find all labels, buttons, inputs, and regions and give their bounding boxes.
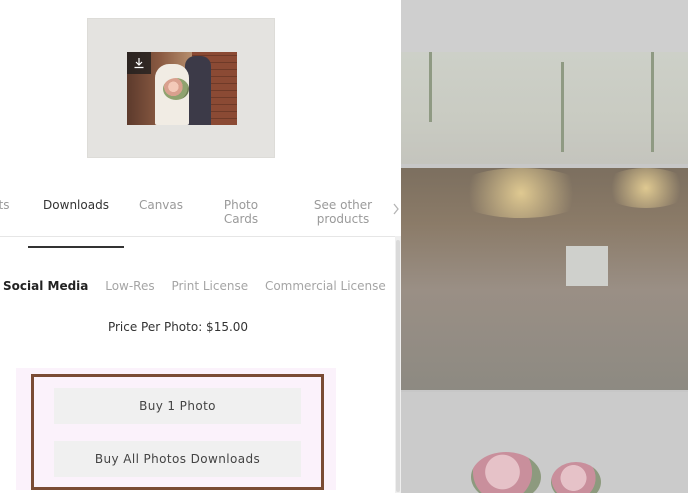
string-lights: [451, 168, 591, 218]
gallery-tile-reception: [401, 168, 688, 390]
flower-bloom: [471, 452, 541, 493]
license-commercial[interactable]: Commercial License: [265, 279, 386, 293]
chevron-right-icon[interactable]: [390, 202, 401, 216]
buy-all-photos-button[interactable]: Buy All Photos Downloads: [54, 441, 301, 477]
license-print[interactable]: Print License: [171, 279, 248, 293]
string-lights: [601, 168, 688, 208]
buy-one-photo-button[interactable]: Buy 1 Photo: [54, 388, 301, 424]
greenery-stem: [561, 62, 564, 152]
greenery-stem: [651, 52, 654, 152]
tab-canvas-label: Canvas: [138, 198, 184, 212]
tab-partial-label: ts: [0, 198, 10, 212]
tab-see-other-products[interactable]: See other products: [300, 186, 386, 246]
download-icon-glyph: [134, 58, 144, 69]
store-panel: ts Downloads Canvas Photo Cards See othe…: [0, 0, 401, 493]
gallery-background: [401, 0, 688, 493]
venue-window: [566, 246, 608, 286]
tab-photo-cards[interactable]: Photo Cards: [210, 186, 272, 246]
tab-downloads-label: Downloads: [43, 198, 109, 212]
tab-downloads[interactable]: Downloads: [28, 186, 124, 248]
gallery-tile-top: [401, 0, 688, 52]
price-per-photo: Price Per Photo: $15.00: [107, 320, 249, 334]
license-social-media[interactable]: Social Media: [3, 279, 88, 293]
greenery-stem: [429, 52, 432, 122]
preview-photo: [127, 52, 237, 125]
panel-scrollbar-thumb[interactable]: [396, 240, 400, 492]
chevron-right-icon-glyph: [393, 203, 399, 215]
flower-bloom: [551, 462, 601, 493]
tab-see-other-products-label: See other products: [313, 198, 373, 226]
photo-bouquet: [163, 78, 189, 100]
gallery-tile-greenery: [401, 52, 688, 164]
gallery-tile-flowers: [401, 392, 688, 493]
tab-partial[interactable]: ts: [0, 186, 14, 246]
product-tabs: ts Downloads Canvas Photo Cards See othe…: [0, 186, 401, 248]
product-preview-card: [87, 18, 275, 158]
download-icon[interactable]: [127, 52, 151, 74]
tab-photo-cards-label: Photo Cards: [223, 198, 259, 226]
license-options: Social Media Low-Res Print License Comme…: [3, 279, 399, 293]
license-low-res[interactable]: Low-Res: [105, 279, 154, 293]
tab-canvas[interactable]: Canvas: [130, 186, 192, 246]
